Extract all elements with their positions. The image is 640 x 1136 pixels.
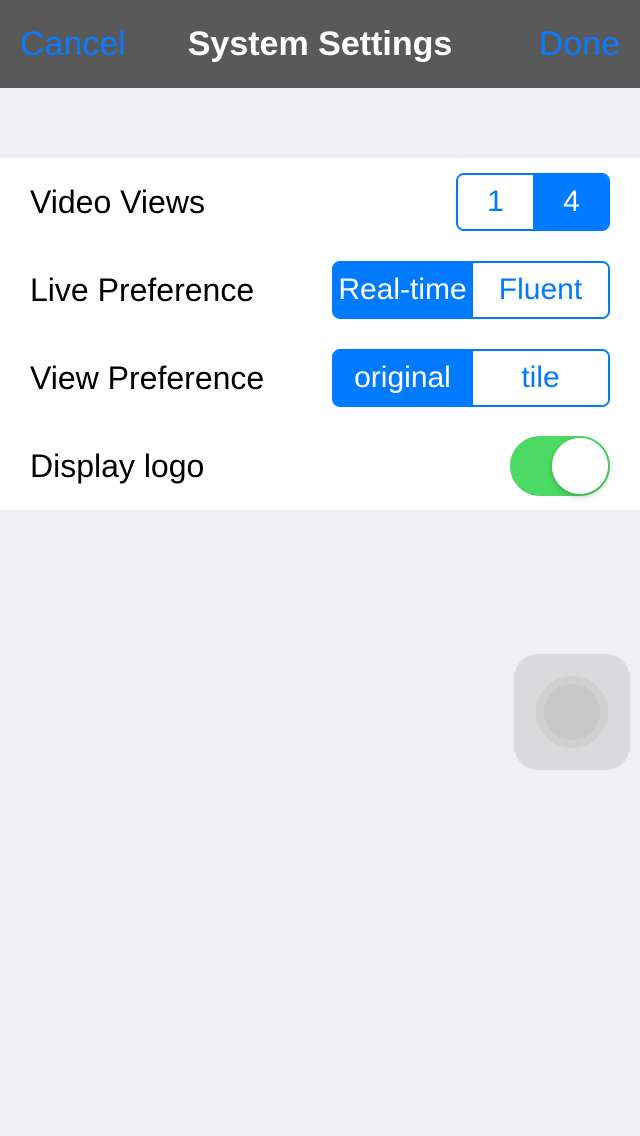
navbar: Cancel System Settings Done [0, 0, 640, 88]
view-preference-row: View Preference original tile [0, 334, 640, 422]
assistive-touch-button[interactable] [514, 654, 630, 770]
assistive-touch-icon [536, 676, 608, 748]
view-preference-option-tile[interactable]: tile [471, 351, 608, 405]
display-logo-label: Display logo [30, 448, 204, 485]
top-spacer [0, 88, 640, 158]
live-preference-row: Live Preference Real-time Fluent [0, 246, 640, 334]
view-preference-option-original[interactable]: original [334, 351, 471, 405]
display-logo-toggle[interactable] [510, 436, 610, 496]
settings-list: Video Views 1 4 Live Preference Real-tim… [0, 158, 640, 510]
done-button[interactable]: Done [539, 25, 620, 64]
video-views-option-4[interactable]: 4 [533, 175, 608, 229]
video-views-row: Video Views 1 4 [0, 158, 640, 246]
display-logo-row: Display logo [0, 422, 640, 510]
live-preference-option-realtime[interactable]: Real-time [334, 263, 471, 317]
video-views-label: Video Views [30, 184, 205, 221]
live-preference-option-fluent[interactable]: Fluent [471, 263, 608, 317]
toggle-knob [552, 438, 608, 494]
page-title: System Settings [188, 25, 453, 64]
cancel-button[interactable]: Cancel [20, 25, 126, 64]
live-preference-segmented: Real-time Fluent [332, 261, 610, 319]
video-views-segmented: 1 4 [456, 173, 610, 231]
view-preference-segmented: original tile [332, 349, 610, 407]
view-preference-label: View Preference [30, 360, 264, 397]
live-preference-label: Live Preference [30, 272, 254, 309]
video-views-option-1[interactable]: 1 [458, 175, 533, 229]
